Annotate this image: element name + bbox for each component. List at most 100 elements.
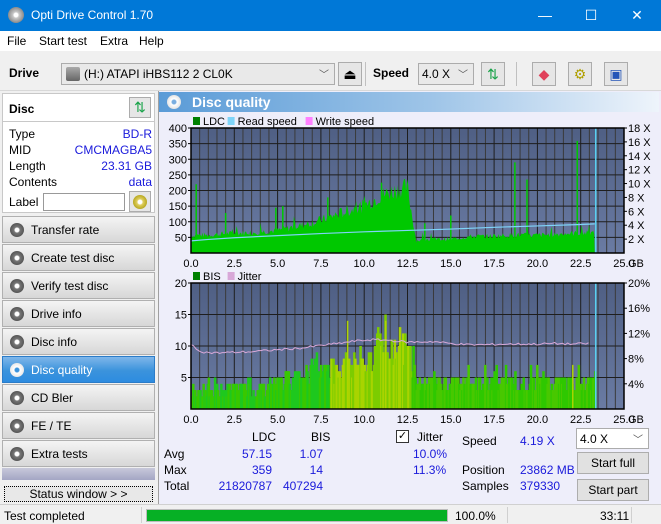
disc-label-button[interactable]	[129, 191, 151, 212]
erase-button[interactable]: ◆	[532, 62, 556, 86]
nav-fe-te[interactable]: FE / TE	[2, 412, 155, 439]
legend-label: BIS	[203, 271, 221, 283]
fe-te-icon	[10, 419, 24, 433]
nav-label: CD Bler	[31, 391, 74, 405]
nav-disc-info[interactable]: Disc info	[2, 328, 155, 355]
menu-file[interactable]: File	[7, 34, 26, 48]
drive-value: (H:) ATAPI iHBS112 2 CL0K	[84, 67, 233, 81]
x-tick-label: 17.5	[483, 258, 504, 270]
y-right-tick-label: 10 X	[628, 179, 651, 191]
gears-icon: ⚙	[573, 65, 587, 82]
toolbar: Drive (H:) ATAPI iHBS112 2 CL0K ﹀ ⏏ Spee…	[0, 51, 661, 91]
label-label: Label	[9, 195, 39, 209]
x-tick-label: 7.5	[313, 258, 328, 270]
samples-value: 379330	[520, 479, 561, 493]
y-right-tick-label: 12 X	[628, 165, 651, 177]
extra-tests-icon	[10, 447, 24, 461]
test-speed-select[interactable]: 4.0 X ﹀	[576, 428, 649, 449]
disc-info-icon	[10, 335, 24, 349]
charts-area: 0.0 2.5 5.0 7.5 10.0 12.5 15.0 17.5 20.0 22.5 25.0…	[169, 116, 652, 426]
x-tick-label: 2.5	[227, 258, 242, 270]
x-tick-label: 2.5	[227, 414, 242, 426]
label-input[interactable]	[43, 193, 125, 211]
speed-value: 4.19 X	[520, 434, 555, 448]
legend-swatch	[227, 117, 235, 125]
legend-label: LDC	[203, 116, 225, 128]
bis-peak	[384, 320, 387, 409]
y-tick-label: 5	[181, 373, 187, 385]
nav-cd-bler[interactable]: CD Bler	[2, 384, 155, 411]
divider	[141, 507, 142, 523]
contents-label: Contents	[9, 175, 58, 189]
drive-select[interactable]: (H:) ATAPI iHBS112 2 CL0K ﹀	[61, 63, 335, 85]
refresh-button[interactable]: ⇅	[481, 62, 505, 86]
type-label: Type	[9, 127, 36, 141]
menu-help[interactable]: Help	[139, 34, 164, 48]
status-window-button[interactable]: Status window > >	[4, 486, 153, 502]
x-tick-label: 12.5	[397, 414, 418, 426]
start-part-button[interactable]: Start part	[577, 479, 649, 501]
disc-quality-icon	[10, 363, 24, 377]
nav-extra-tests[interactable]: Extra tests	[2, 440, 155, 467]
progress-bar	[146, 509, 448, 522]
col-header-ldc: LDC	[252, 430, 277, 444]
minimize-button[interactable]: —	[522, 0, 568, 31]
speed-label: Speed	[462, 434, 497, 448]
maximize-button[interactable]: ☐	[568, 0, 614, 31]
speed-label: Speed	[373, 66, 410, 80]
drive-label: Drive	[9, 66, 40, 80]
nav-label: Disc quality	[31, 363, 93, 377]
y-tick-label: 50	[175, 232, 187, 244]
x-tick-label: 0.0	[183, 414, 198, 426]
nav-drive-info[interactable]: Drive info	[2, 300, 155, 327]
drive-icon	[66, 67, 80, 81]
menu-start-test[interactable]: Start test	[39, 34, 87, 48]
close-button[interactable]: ✕	[614, 0, 660, 31]
create-disc-icon	[10, 251, 24, 265]
status-bar: Test completed 100.0% 33:11	[0, 504, 661, 524]
speed-value: 4.0 X	[422, 67, 451, 81]
nav-disc-quality[interactable]: Disc quality	[2, 356, 155, 383]
menu-extra[interactable]: Extra	[100, 34, 128, 48]
x-tick-label: 20.0	[527, 414, 548, 426]
legend-swatch	[227, 272, 235, 280]
disc-quality-icon	[167, 95, 181, 109]
nav-label: Extra tests	[31, 447, 88, 461]
start-full-button[interactable]: Start full	[577, 452, 649, 474]
x-tick-label: 20.0	[527, 258, 548, 270]
y-tick-label: 250	[169, 170, 187, 182]
nav-create-test-disc[interactable]: Create test disc	[2, 244, 155, 271]
title-bar: Opti Drive Control 1.70 — ☐ ✕	[0, 0, 661, 31]
settings-button[interactable]: ⚙	[568, 62, 592, 86]
divider	[3, 121, 154, 122]
nav-label: Disc info	[31, 335, 78, 349]
save-button[interactable]: ▣	[604, 62, 628, 86]
disc-refresh-button[interactable]: ⇅	[129, 97, 151, 118]
legend-label: Write speed	[316, 116, 375, 128]
y-right-tick-label: 16 X	[628, 137, 651, 149]
cd-bler-icon	[10, 391, 24, 405]
chevron-down-icon: ﹀	[633, 435, 643, 446]
mid-label: MID	[9, 143, 31, 157]
y-right-tick-label: 8 X	[628, 192, 645, 204]
x-axis-unit: GB	[628, 258, 644, 270]
y-right-tick-label: 20%	[628, 278, 650, 290]
ldc-avg: 57.15	[241, 447, 272, 461]
jitter-checkbox[interactable]: ✓	[396, 430, 409, 443]
bis-peak	[572, 364, 574, 409]
panel-header: Disc quality	[159, 92, 659, 112]
eject-button[interactable]: ⏏	[338, 62, 362, 86]
divider	[507, 507, 508, 523]
mid-value: CMCMAGBA5	[74, 143, 152, 157]
nav-transfer-rate[interactable]: Transfer rate	[2, 216, 155, 243]
x-tick-label: 7.5	[313, 414, 328, 426]
nav-verify-test-disc[interactable]: Verify test disc	[2, 272, 155, 299]
jitter-avg: 10.0%	[413, 447, 448, 461]
x-tick-label: 15.0	[440, 414, 461, 426]
left-panel: Disc ⇅ Type BD-R MID CMCMAGBA5 Length 23.31…	[0, 91, 158, 504]
toolbar-divider	[516, 62, 517, 86]
position-value: 23862 MB	[520, 463, 575, 477]
speed-select[interactable]: 4.0 X ﹀	[418, 63, 474, 85]
menu-bar: File Start test Extra Help	[0, 31, 661, 51]
ldc-chart: 0.0 2.5 5.0 7.5 10.0 12.5 15.0 17.5 20.0 22.5 25.0…	[169, 116, 652, 270]
